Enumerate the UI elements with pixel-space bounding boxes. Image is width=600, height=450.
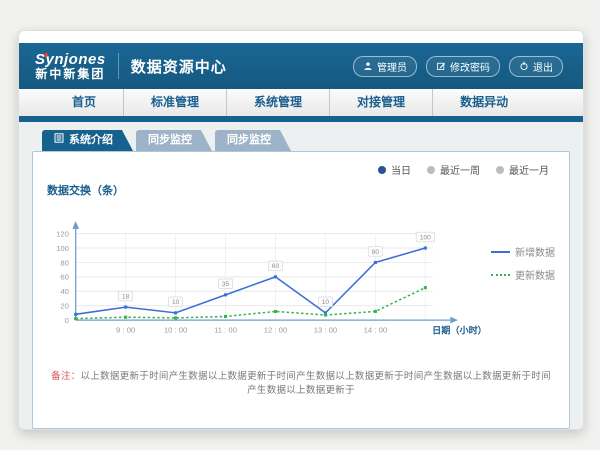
svg-text:12 : 00: 12 : 00 [264,326,287,335]
svg-text:100: 100 [56,244,69,253]
svg-text:80: 80 [372,249,380,256]
chart-row: 0 20 40 60 80 100 120 9 : 00 10 : 00 11 : 00 12 : … [33,200,569,346]
svg-text:11 : 00: 11 : 00 [214,326,237,335]
svg-text:14 : 00: 14 : 00 [364,326,387,335]
tab-label: 系统介绍 [69,130,113,151]
svg-text:60: 60 [60,273,69,282]
content-area: 系统介绍 同步监控 同步监控 当日 最近一周 最近一月 数据交换（条） 0 20 40 60 8… [19,122,583,429]
user-button[interactable]: 管理员 [353,56,417,77]
tab-1[interactable]: 同步监控 [136,130,212,151]
svg-text:35: 35 [222,281,230,288]
radio-label: 最近一周 [440,162,480,177]
radio-label: 最近一月 [509,162,549,177]
svg-text:100: 100 [420,234,431,241]
nav-item-0[interactable]: 首页 [45,89,123,116]
nav-item-3[interactable]: 对接管理 [329,89,432,116]
document-icon [54,130,64,151]
svg-text:20: 20 [60,302,69,311]
app-header: Synjones 新中新集团 数据资源中心 管理员 修改密码 退出 [19,43,583,89]
svg-text:40: 40 [60,287,69,296]
radio-label: 当日 [391,162,411,177]
svg-text:9 : 00: 9 : 00 [116,326,135,335]
logo-dot-icon [44,53,48,57]
tab-2[interactable]: 同步监控 [215,130,291,151]
svg-text:0: 0 [65,316,69,325]
svg-text:13 : 00: 13 : 00 [314,326,337,335]
nav-item-2[interactable]: 系统管理 [226,89,329,116]
chart-legend: 新增数据更新数据 [491,244,555,282]
user-actions: 管理员 修改密码 退出 [353,56,563,77]
legend-label: 新增数据 [515,244,555,259]
logo-text-cn: 新中新集团 [35,68,105,81]
power-button[interactable]: 退出 [509,56,563,77]
legend-line-sample [491,274,510,276]
button-label: 退出 [533,59,553,74]
legend-line-sample [491,251,510,253]
header-divider [118,53,119,79]
main-nav: 首页标准管理系统管理对接管理数据异动 [19,89,583,116]
button-label: 管理员 [377,59,407,74]
edit-button[interactable]: 修改密码 [426,56,500,77]
window-top-bar [19,31,583,43]
radio-unselected-icon [427,166,435,174]
radio-option-0[interactable]: 当日 [378,162,411,177]
svg-text:日期（小时）: 日期（小时） [432,325,487,336]
user-icon [363,61,373,71]
svg-text:10 : 00: 10 : 00 [164,326,187,335]
legend-item-1: 更新数据 [491,267,555,282]
radio-option-2[interactable]: 最近一月 [496,162,549,177]
note-text: 以上数据更新于时间产生数据以上数据更新于时间产生数据以上数据更新于时间产生数据以… [81,371,551,396]
line-chart: 0 20 40 60 80 100 120 9 : 00 10 : 00 11 : 00 12 : … [37,200,489,346]
svg-text:60: 60 [272,263,280,270]
svg-text:80: 80 [60,258,69,267]
tab-label: 同步监控 [227,130,271,151]
tab-bar: 系统介绍 同步监控 同步监控 [42,130,570,151]
svg-text:120: 120 [56,230,69,239]
tab-label: 同步监控 [148,130,192,151]
chart-y-axis-title: 数据交换（条） [47,182,569,198]
app-window: Synjones 新中新集团 数据资源中心 管理员修改密码退出 首页标准管理系统… [18,30,584,430]
power-icon [519,61,529,71]
note-prefix: 备注： [51,371,80,382]
footer-note: 备注：以上数据更新于时间产生数据以上数据更新于时间产生数据以上数据更新于时间产生… [51,368,551,396]
chart-panel: 当日 最近一周 最近一月 数据交换（条） 0 20 40 60 80 100 120 9 : 00… [32,151,570,429]
svg-text:10: 10 [172,299,180,306]
page-title: 数据资源中心 [131,56,227,77]
legend-label: 更新数据 [515,267,555,282]
button-label: 修改密码 [450,59,490,74]
svg-text:18: 18 [122,293,130,300]
radio-unselected-icon [496,166,504,174]
radio-selected-icon [378,166,386,174]
company-logo: Synjones 新中新集团 [35,52,106,80]
nav-item-1[interactable]: 标准管理 [123,89,226,116]
legend-item-0: 新增数据 [491,244,555,259]
nav-item-4[interactable]: 数据异动 [432,89,535,116]
radio-option-1[interactable]: 最近一周 [427,162,480,177]
edit-icon [436,61,446,71]
tab-0[interactable]: 系统介绍 [42,130,133,151]
time-range-filter: 当日 最近一周 最近一月 [378,162,549,177]
svg-text:10: 10 [322,299,330,306]
